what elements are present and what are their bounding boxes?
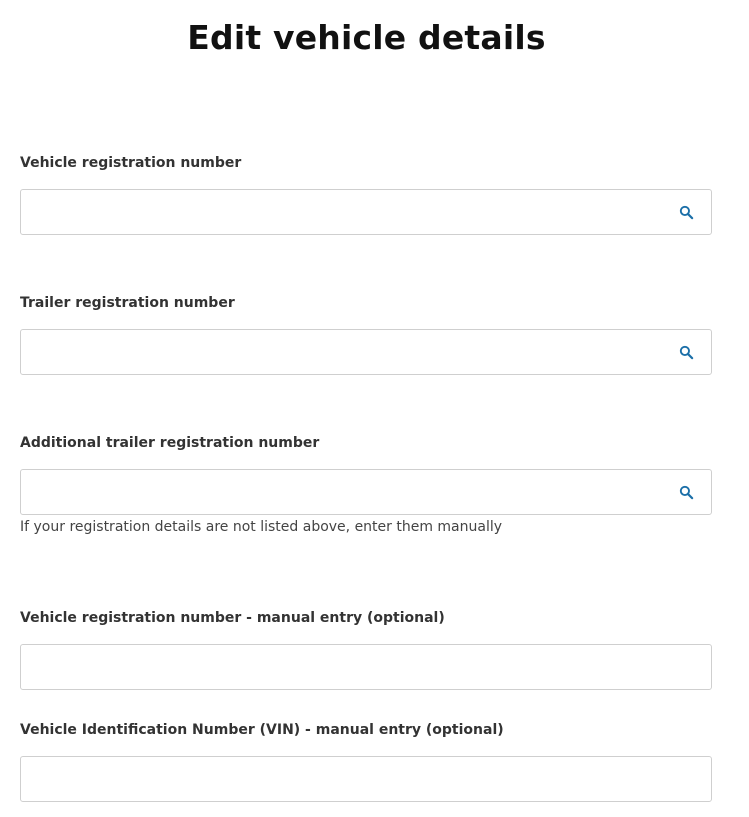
search-icon[interactable]	[679, 345, 694, 360]
manual-vin-field[interactable]	[20, 756, 712, 802]
manual-entry-hint: If your registration details are not lis…	[20, 519, 503, 535]
trailer-rego-label: Trailer registration number	[20, 295, 235, 311]
trailer-rego-field[interactable]	[20, 329, 712, 375]
search-icon[interactable]	[679, 485, 694, 500]
trailer-rego-input[interactable]	[21, 330, 711, 374]
manual-rego-field[interactable]	[20, 644, 712, 690]
manual-rego-input[interactable]	[21, 645, 711, 689]
vehicle-rego-label: Vehicle registration number	[20, 155, 242, 171]
page-title: Edit vehicle details	[187, 18, 546, 57]
manual-vin-input[interactable]	[21, 757, 711, 801]
vehicle-rego-input[interactable]	[21, 190, 711, 234]
additional-trailer-rego-field[interactable]	[20, 469, 712, 515]
manual-vin-label: Vehicle Identification Number (VIN) - ma…	[20, 722, 504, 738]
vehicle-rego-field[interactable]	[20, 189, 712, 235]
manual-rego-label: Vehicle registration number - manual ent…	[20, 610, 445, 626]
additional-trailer-rego-label: Additional trailer registration number	[20, 435, 320, 451]
additional-trailer-rego-input[interactable]	[21, 470, 711, 514]
search-icon[interactable]	[679, 205, 694, 220]
